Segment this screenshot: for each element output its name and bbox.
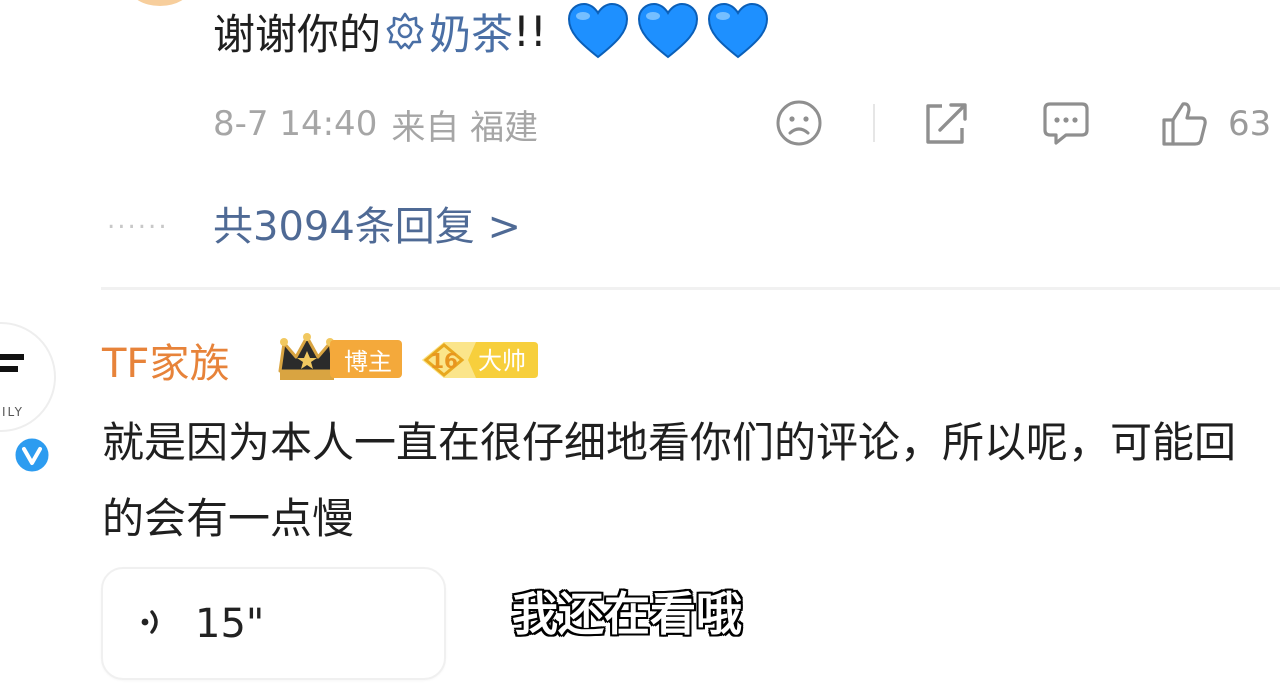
crown-badge-icon: [276, 331, 338, 387]
comments-page: 谢谢你的 奶茶 !! 8-7 14:40 来自 福建 63 ...... 共30…: [0, 0, 1280, 700]
blue-heart-icon: [637, 2, 698, 59]
verified-badge-icon: [11, 434, 53, 480]
comment-divider: [101, 287, 1280, 290]
level-number: 16: [430, 349, 458, 373]
action-divider: [873, 104, 875, 142]
share-icon[interactable]: [920, 98, 972, 152]
comment-time: 8-7 14:40: [213, 104, 378, 144]
blogger-badge: 博主: [330, 340, 402, 378]
username[interactable]: TF家族: [102, 334, 229, 387]
like-icon[interactable]: [1158, 98, 1210, 154]
prev-avatar[interactable]: [130, 0, 190, 6]
level-label: 大帅: [478, 347, 526, 375]
prev-comment-text: 谢谢你的 奶茶 !!: [213, 0, 771, 62]
voice-wave-icon: [137, 602, 167, 646]
avatar-text: ILY: [2, 405, 24, 419]
blue-heart-icon: [707, 2, 768, 59]
voice-duration: 15": [195, 600, 265, 647]
dislike-face-icon[interactable]: [774, 98, 824, 152]
avatar-logo-icon: [0, 354, 24, 372]
hearts-group: [565, 1, 771, 61]
comment-text: 就是因为本人一直在很仔细地看你们的评论，所以呢，可能回的会有一点慢: [102, 418, 1237, 543]
level-badge: 16 大帅: [418, 338, 540, 386]
prev-comment-text-before: 谢谢你的: [213, 9, 382, 59]
exclaim-text: !!: [513, 6, 547, 56]
super-topic-icon: [385, 11, 425, 51]
video-subtitle: 我还在看哦: [512, 587, 742, 641]
thread-dots: ......: [107, 205, 169, 235]
voice-message-button[interactable]: 15": [101, 567, 446, 680]
view-replies-link[interactable]: 共3094条回复 >: [213, 195, 521, 251]
prev-comment-meta: 8-7 14:40 来自 福建: [213, 100, 538, 148]
comment-location: 来自 福建: [391, 107, 539, 148]
topic-link[interactable]: 奶茶: [429, 1, 513, 62]
like-count: 63: [1228, 104, 1272, 144]
blue-heart-icon: [567, 2, 628, 59]
comment-icon[interactable]: [1040, 98, 1092, 152]
